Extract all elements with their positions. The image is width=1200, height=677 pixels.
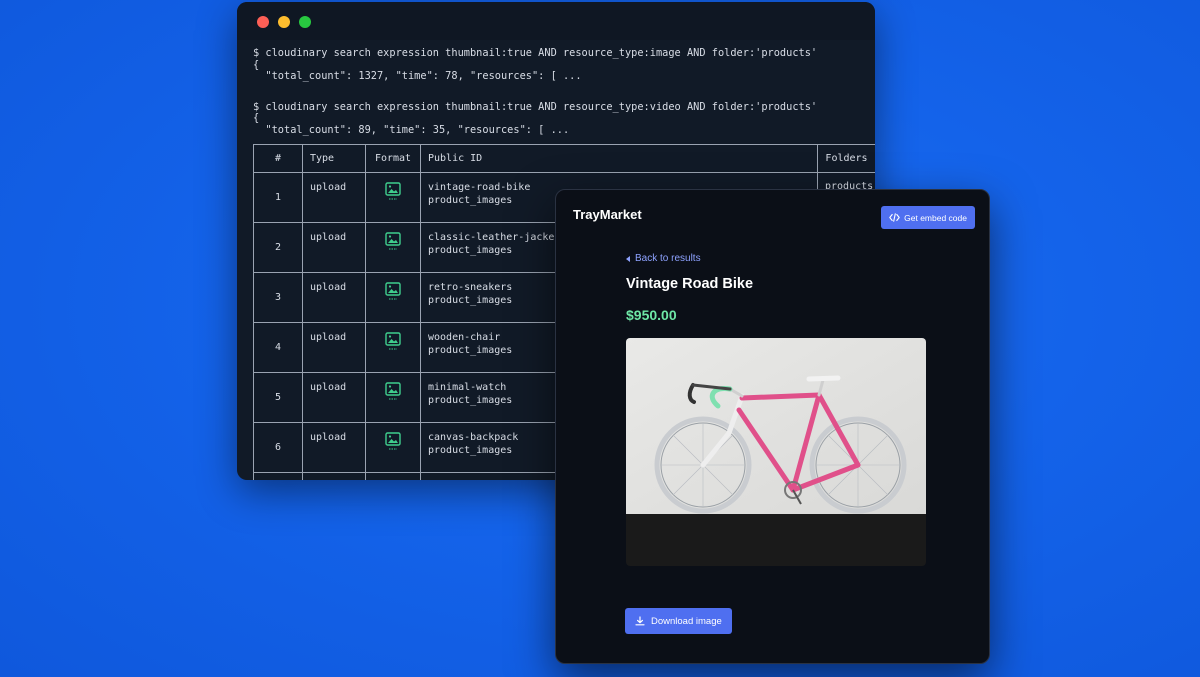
row-type: upload [302,222,366,273]
marketplace-panel: TrayMarket Get embed code Back to result… [555,189,990,664]
table-header-row: # Type Format Public ID Folders [253,144,875,173]
maximize-window-button[interactable] [299,16,311,28]
column-header-number: # [253,144,303,173]
download-image-button[interactable]: Download image [625,608,732,634]
row-type: upload [302,422,366,473]
back-to-results-link[interactable]: Back to results [626,253,701,264]
product-price: $950.00 [626,307,677,323]
download-icon [635,616,645,626]
row-format [365,422,421,473]
row-number: 7 [253,472,303,480]
product-title: Vintage Road Bike [626,276,754,292]
row-type: upload [302,172,366,223]
embed-button-label: Get embed code [904,212,967,223]
row-type: upload [302,472,366,480]
row-format [365,222,421,273]
code-icon [889,213,900,222]
row-type: upload [302,322,366,373]
output-line: "total_count": 1327, "time": 78, "resour… [253,70,582,82]
product-image [626,338,926,566]
row-format [365,472,421,480]
image-format-icon [385,182,401,200]
column-header-format: Format [365,144,421,173]
row-type: upload [302,272,366,323]
back-arrow-icon [626,255,630,262]
column-header-type: Type [302,144,366,173]
output-line: "total_count": 89, "time": 35, "resource… [253,123,570,136]
row-number: 5 [253,372,303,423]
terminal-title-bar [237,2,875,40]
download-button-label: Download image [651,615,722,627]
get-embed-code-button[interactable]: Get embed code [881,206,975,229]
terminal-output: $ cloudinary search expression thumbnail… [253,47,859,136]
image-format-icon [385,232,401,250]
command-line: $ cloudinary search expression thumbnail… [253,47,818,59]
column-header-public-id: Public ID [420,144,818,173]
row-format [365,272,421,323]
row-number: 3 [253,272,303,323]
row-format [365,172,421,223]
image-format-icon [385,432,401,450]
row-number: 1 [253,172,303,223]
minimize-window-button[interactable] [278,16,290,28]
brand-logo[interactable]: TrayMarket [573,207,642,222]
image-format-icon [385,282,401,300]
output-line: { [253,112,260,124]
row-format [365,372,421,423]
row-number: 6 [253,422,303,473]
row-number: 4 [253,322,303,373]
column-header-folders: Folders [817,144,875,173]
image-format-icon [385,382,401,400]
row-number: 2 [253,222,303,273]
image-format-icon [385,332,401,350]
back-link-label: Back to results [635,253,701,264]
row-format [365,322,421,373]
row-type: upload [302,372,366,423]
close-window-button[interactable] [257,16,269,28]
command-line: $ cloudinary search expression thumbnail… [253,100,818,113]
bicycle-photo [626,338,926,566]
